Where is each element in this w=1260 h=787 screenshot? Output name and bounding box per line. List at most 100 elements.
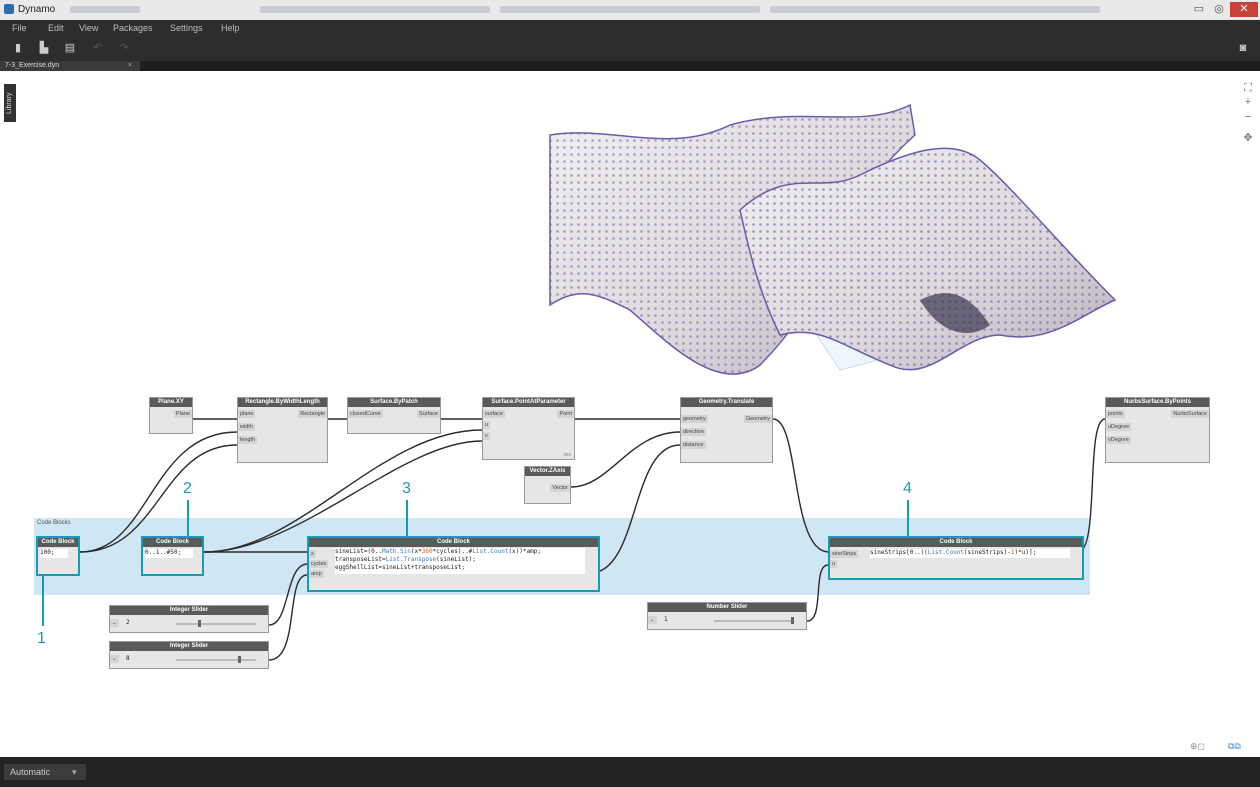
input-port-x[interactable]: x [309, 550, 316, 558]
node-title: Code Block [830, 538, 1082, 547]
node-vector-zaxis[interactable]: Vector.ZAxis Vector [524, 466, 571, 504]
integer-slider-amp[interactable]: Integer Slider ⌄ 8 [109, 641, 269, 669]
node-title: Surface.ByPatch [348, 398, 440, 407]
slider-value[interactable]: 1 [664, 616, 694, 624]
code-token: (sineStrips)- [963, 549, 1011, 556]
input-port-direction[interactable]: direction [681, 428, 706, 436]
code-block-2[interactable]: Code Block 0..1..#50; [141, 536, 204, 576]
code-token: eggShellList=sineList+transposeList; [335, 564, 466, 571]
code-token: (x))*amp; [508, 548, 541, 555]
output-port-point[interactable]: Point [557, 410, 574, 418]
node-title: Surface.PointAtParameter [483, 398, 574, 407]
slider-thumb[interactable] [198, 620, 201, 627]
input-port-u[interactable]: u [830, 560, 838, 568]
code-editor[interactable]: sineStrips[0..((List.Count(sineStrips)-1… [870, 549, 1070, 558]
code-token: 360 [421, 548, 433, 555]
code-editor[interactable]: sineList=(0..Math.Sin(x*360*cycles)..#Li… [335, 548, 585, 574]
slider-expand-icon[interactable]: ⌄ [110, 619, 119, 627]
input-port-closedcurve[interactable]: closedCurve [348, 410, 383, 418]
code-token: *cycles)..# [432, 548, 473, 555]
node-title: Plane.XY [150, 398, 192, 407]
output-port-rectangle[interactable]: Rectangle [298, 410, 327, 418]
slider-track[interactable] [176, 659, 256, 661]
graph-view-toggle-icon[interactable]: ⧉⧉ [1228, 740, 1241, 752]
node-title: Integer Slider [110, 642, 268, 651]
status-bar: Automatic ▾ [0, 757, 1260, 787]
callout-3: 3 [402, 480, 411, 497]
callout-line-4 [907, 500, 909, 536]
input-port-sinestrips[interactable]: sineStrips [830, 550, 859, 558]
node-title: NurbsSurface.ByPoints [1106, 398, 1209, 407]
callout-2: 2 [183, 480, 192, 497]
node-geometry-translate[interactable]: Geometry.Translate geometry direction di… [680, 397, 773, 463]
slider-thumb[interactable] [791, 617, 794, 624]
lacing-indicator: xxx [563, 452, 572, 458]
node-surface-bypatch[interactable]: Surface.ByPatch closedCurve Surface [347, 397, 441, 434]
node-surface-pointatparameter[interactable]: Surface.PointAtParameter surface u v Poi… [482, 397, 575, 460]
code-block-4[interactable]: Code Block sineStrips u sineStrips[0..((… [828, 536, 1084, 580]
number-slider-u[interactable]: Number Slider ⌄ 1 [647, 602, 807, 630]
output-port-vector[interactable]: Vector [550, 484, 570, 492]
code-block-3[interactable]: Code Block x cycles amp sineList=(0..Mat… [307, 536, 600, 592]
node-title: Code Block [309, 538, 598, 547]
input-port-vdegree[interactable]: vDegree [1106, 436, 1131, 444]
callout-line-2 [187, 500, 189, 536]
input-port-width[interactable]: width [238, 423, 255, 431]
node-title: Number Slider [648, 603, 806, 612]
code-token: Math.Sin [381, 548, 411, 555]
slider-expand-icon[interactable]: ⌄ [110, 655, 119, 663]
node-title: Code Block [38, 538, 78, 547]
node-title: Integer Slider [110, 606, 268, 615]
code-block-1[interactable]: Code Block 100; [36, 536, 80, 576]
output-port-nurbssurface[interactable]: NurbsSurface [1171, 410, 1209, 418]
node-nurbssurface-bypoints[interactable]: NurbsSurface.ByPoints points uDegree vDe… [1105, 397, 1210, 463]
node-title: Vector.ZAxis [525, 467, 570, 476]
slider-track[interactable] [714, 620, 794, 622]
node-rectangle-bywidthlength[interactable]: Rectangle.ByWidthLength plane width leng… [237, 397, 328, 463]
code-token: (sineList); [436, 556, 476, 563]
code-token: List.Count [927, 549, 964, 556]
background-preview-toggle-icon[interactable]: ⊕◻ [1190, 740, 1205, 752]
code-text: 0..1..#50; [145, 549, 182, 556]
code-editor[interactable]: 0..1..#50; [145, 549, 193, 558]
input-port-cycles[interactable]: cycles [309, 560, 329, 568]
code-token: sineList=(0.. [335, 548, 382, 555]
callout-4: 4 [903, 480, 912, 497]
code-token: sineStrips[0..(( [870, 549, 928, 556]
input-port-u[interactable]: u [483, 421, 491, 429]
input-port-amp[interactable]: amp [309, 570, 324, 578]
callout-1: 1 [37, 630, 46, 647]
slider-value[interactable]: 8 [126, 655, 156, 663]
code-editor[interactable]: 100; [40, 549, 68, 558]
code-token: transposeList= [335, 556, 386, 563]
code-token: List.Transpose [385, 556, 437, 563]
run-mode-dropdown[interactable]: Automatic ▾ [4, 764, 86, 780]
output-port-surface[interactable]: Surface [417, 410, 440, 418]
node-plane-xy[interactable]: Plane.XY Plane [149, 397, 193, 434]
input-port-v[interactable]: v [483, 432, 490, 440]
code-token: )*u)]; [1014, 549, 1037, 556]
output-port-plane[interactable]: Plane [173, 410, 192, 418]
input-port-surface[interactable]: surface [483, 410, 506, 418]
node-title: Code Block [143, 538, 202, 547]
run-mode-label: Automatic [10, 767, 51, 777]
input-port-geometry[interactable]: geometry [681, 415, 708, 423]
node-title: Rectangle.ByWidthLength [238, 398, 327, 407]
slider-value[interactable]: 2 [126, 619, 156, 627]
code-token: (x* [410, 548, 422, 555]
input-port-udegree[interactable]: uDegree [1106, 423, 1132, 431]
input-port-length[interactable]: length [238, 436, 257, 444]
input-port-plane[interactable]: plane [238, 410, 256, 418]
node-title: Geometry.Translate [681, 398, 772, 407]
input-port-points[interactable]: points [1106, 410, 1125, 418]
output-port-geometry[interactable]: Geometry [743, 415, 772, 423]
slider-track[interactable] [176, 623, 256, 625]
slider-expand-icon[interactable]: ⌄ [648, 616, 657, 624]
slider-thumb[interactable] [238, 656, 241, 663]
code-token: List.Count [472, 548, 509, 555]
integer-slider-cycles[interactable]: Integer Slider ⌄ 2 [109, 605, 269, 633]
callout-line-1 [42, 576, 44, 626]
input-port-distance[interactable]: distance [681, 441, 706, 449]
chevron-down-icon: ▾ [72, 767, 77, 777]
callout-line-3 [406, 500, 408, 536]
